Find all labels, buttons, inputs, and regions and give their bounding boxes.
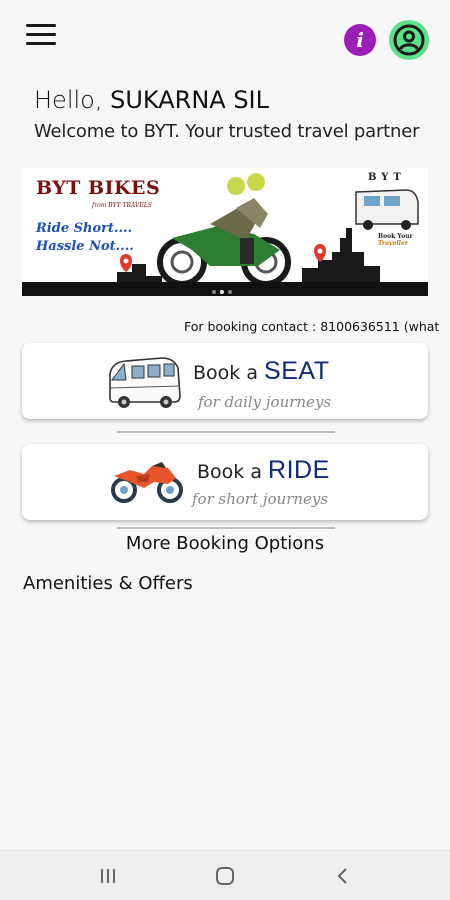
van-icon	[109, 357, 181, 408]
book-ride-keyword: RIDE	[268, 456, 330, 484]
carousel-dot-active[interactable]	[220, 290, 224, 294]
book-ride-card[interactable]: Book a RIDE for short journeys	[22, 444, 428, 520]
banner-corner-caption-1: Book Your	[378, 233, 413, 240]
book-seat-subtitle: for daily journeys	[198, 393, 332, 411]
info-icon[interactable]: i	[344, 24, 376, 56]
home-icon[interactable]	[213, 864, 237, 888]
book-seat-keyword: SEAT	[264, 357, 330, 385]
account-circle-icon[interactable]	[389, 20, 429, 60]
book-seat-prefix: Book a	[193, 362, 258, 384]
user-name: SUKARNA SIL	[110, 86, 270, 114]
welcome-message: Welcome to BYT. Your trusted travel part…	[34, 121, 420, 142]
book-ride-prefix: Book a	[197, 461, 262, 483]
promo-banner[interactable]: BYT BIKES from BYT TRAVELS Ride Short...…	[22, 168, 428, 296]
booking-contact: For booking contact : 8100636511 (what	[184, 319, 440, 334]
book-ride-title: Book a RIDE	[197, 456, 330, 485]
book-ride-subtitle: for short journeys	[192, 490, 329, 508]
amenities-offers-heading: Amenities & Offers	[23, 573, 193, 594]
banner-illustration	[117, 173, 419, 287]
book-seat-title: Book a SEAT	[193, 357, 329, 386]
carousel-dot[interactable]	[212, 290, 216, 294]
van-illustration	[355, 189, 419, 230]
greeting-hello: Hello,	[34, 86, 103, 114]
location-pin-icon	[120, 254, 132, 272]
carousel-dot[interactable]	[228, 290, 232, 294]
divider	[117, 527, 335, 529]
carousel-indicator	[210, 281, 234, 299]
hamburger-menu-icon[interactable]	[26, 24, 56, 50]
divider	[117, 431, 335, 433]
more-booking-options-link[interactable]: More Booking Options	[0, 533, 450, 554]
app-bar: i	[0, 0, 450, 80]
back-icon[interactable]	[331, 864, 355, 888]
motorbike-illustration	[157, 173, 291, 287]
recent-apps-icon[interactable]	[96, 864, 120, 888]
banner-corner-caption: Book Your Traveller	[378, 233, 428, 247]
banner-corner-caption-2: Traveller	[378, 240, 408, 247]
system-nav-bar	[0, 850, 450, 900]
motorbike-icon	[111, 462, 183, 503]
greeting: Hello, SUKARNA SIL	[34, 86, 269, 114]
book-seat-card[interactable]: Book a SEAT for daily journeys	[22, 343, 428, 419]
location-pin-icon	[314, 244, 326, 262]
